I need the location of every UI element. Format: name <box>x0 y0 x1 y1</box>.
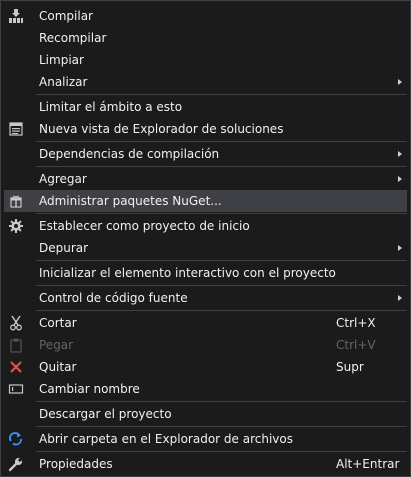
menu-label: Inicializar el elemento interactivo con … <box>39 266 336 280</box>
menu-item-quitar[interactable]: Quitar Supr <box>4 356 407 378</box>
menu-item-abrir-carpeta[interactable]: Abrir carpeta en el Explorador de archiv… <box>4 428 407 450</box>
menu-label: Agregar <box>39 172 87 186</box>
separator <box>36 285 407 286</box>
menu-label: Compilar <box>39 9 93 23</box>
red-x-icon <box>7 358 25 376</box>
menu-label: Recompilar <box>39 31 107 45</box>
menu-item-limitar[interactable]: Limitar el ámbito a esto <box>4 96 407 118</box>
menu-shortcut: Alt+Entrar <box>336 457 400 471</box>
menu-item-limpiar[interactable]: Limpiar <box>4 49 407 71</box>
clipboard-icon <box>7 336 25 354</box>
menu-item-establecer[interactable]: Establecer como proyecto de inicio <box>4 215 407 237</box>
menu-label: Descargar el proyecto <box>39 407 172 421</box>
menu-label: Propiedades <box>39 457 113 471</box>
menu-label: Pegar <box>39 338 74 352</box>
menu-item-agregar[interactable]: Agregar <box>4 168 407 190</box>
menu-item-propiedades[interactable]: Propiedades Alt+Entrar <box>4 453 407 475</box>
wrench-icon <box>7 455 25 473</box>
menu-item-compilar[interactable]: Compilar <box>4 5 407 27</box>
menu-item-cambiar-nombre[interactable]: Cambiar nombre <box>4 378 407 400</box>
menu-item-pegar: Pegar Ctrl+V <box>4 334 407 356</box>
separator <box>36 213 407 214</box>
menu-shortcut: Ctrl+V <box>336 338 376 352</box>
menu-item-descargar[interactable]: Descargar el proyecto <box>4 403 407 425</box>
separator <box>36 260 407 261</box>
menu-label: Limitar el ámbito a esto <box>39 100 183 114</box>
menu-label: Quitar <box>39 360 77 374</box>
menu-label: Cambiar nombre <box>39 382 140 396</box>
separator <box>36 141 407 142</box>
separator <box>36 401 407 402</box>
menu-shortcut: Supr <box>336 360 364 374</box>
separator <box>36 94 407 95</box>
menu-item-nuget[interactable]: Administrar paquetes NuGet... <box>4 190 407 212</box>
menu-item-cortar[interactable]: Cortar Ctrl+X <box>4 312 407 334</box>
menu-label: Nueva vista de Explorador de soluciones <box>39 122 284 136</box>
gear-icon <box>7 217 25 235</box>
menu-item-analizar[interactable]: Analizar <box>4 71 407 93</box>
menu-label: Administrar paquetes NuGet... <box>39 194 222 208</box>
build-icon <box>7 7 25 25</box>
menu-item-dependencias[interactable]: Dependencias de compilación <box>4 143 407 165</box>
menu-label: Analizar <box>39 75 88 89</box>
submenu-arrow-icon <box>398 245 402 251</box>
separator <box>36 451 407 452</box>
menu-label: Control de código fuente <box>39 291 188 305</box>
solution-explorer-view-icon <box>7 120 25 138</box>
menu-shortcut: Ctrl+X <box>336 316 376 330</box>
scissors-icon <box>7 314 25 332</box>
submenu-arrow-icon <box>398 151 402 157</box>
menu-item-depurar[interactable]: Depurar <box>4 237 407 259</box>
menu-label: Abrir carpeta en el Explorador de archiv… <box>39 432 293 446</box>
separator <box>36 426 407 427</box>
separator <box>36 310 407 311</box>
rename-icon <box>7 380 25 398</box>
menu-item-inicializar[interactable]: Inicializar el elemento interactivo con … <box>4 262 407 284</box>
menu-label: Cortar <box>39 316 77 330</box>
context-menu: Compilar Recompilar Limpiar Analizar Lim… <box>0 0 411 477</box>
menu-label: Establecer como proyecto de inicio <box>39 219 250 233</box>
refresh-arrow-icon <box>7 430 25 448</box>
submenu-arrow-icon <box>398 176 402 182</box>
submenu-arrow-icon <box>398 79 402 85</box>
menu-label: Dependencias de compilación <box>39 147 220 161</box>
submenu-arrow-icon <box>398 295 402 301</box>
menu-item-control-codigo[interactable]: Control de código fuente <box>4 287 407 309</box>
menu-item-nueva-vista[interactable]: Nueva vista de Explorador de soluciones <box>4 118 407 140</box>
menu-label: Depurar <box>39 241 89 255</box>
menu-label: Limpiar <box>39 53 84 67</box>
menu-item-recompilar[interactable]: Recompilar <box>4 27 407 49</box>
nuget-package-icon <box>7 192 25 210</box>
separator <box>36 166 407 167</box>
